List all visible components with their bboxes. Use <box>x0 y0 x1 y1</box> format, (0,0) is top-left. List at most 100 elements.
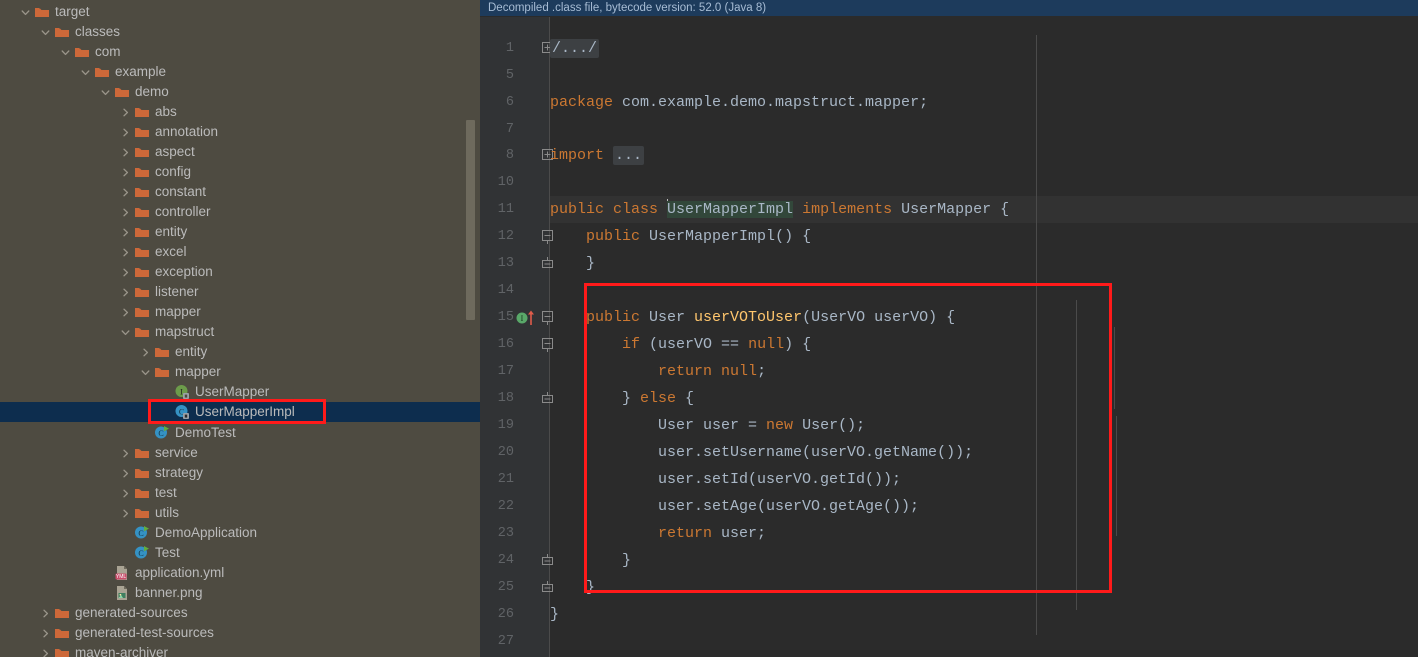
chevron-right-icon[interactable] <box>120 227 131 238</box>
tree-item-abs[interactable]: abs <box>0 102 480 122</box>
line-number[interactable]: 5 <box>480 62 550 89</box>
tree-item-mapper[interactable]: mapper <box>0 302 480 322</box>
chevron-right-icon[interactable] <box>120 247 131 258</box>
tree-item-example[interactable]: example <box>0 62 480 82</box>
tree-item-aspect[interactable]: aspect <box>0 142 480 162</box>
tree-item-controller[interactable]: controller <box>0 202 480 222</box>
line-number[interactable]: 17 <box>480 358 550 385</box>
line-number[interactable]: 24 <box>480 547 550 574</box>
line-number[interactable]: 26 <box>480 601 550 628</box>
chevron-right-icon[interactable] <box>40 648 51 657</box>
chevron-right-icon[interactable] <box>140 347 151 358</box>
line-number[interactable]: 12 <box>480 223 550 250</box>
implementing-method-marker-icon[interactable]: I <box>516 310 538 331</box>
tree-item-entity[interactable]: entity <box>0 342 480 362</box>
code-line[interactable]: User user = new User(); <box>550 412 865 439</box>
chevron-right-icon[interactable] <box>40 628 51 639</box>
chevron-right-icon[interactable] <box>120 267 131 278</box>
chevron-down-icon[interactable] <box>80 67 91 78</box>
chevron-right-icon[interactable] <box>40 608 51 619</box>
code-line[interactable]: import ... <box>550 142 645 169</box>
tree-item-usermapperimpl[interactable]: C UserMapperImpl <box>0 402 480 422</box>
tree-item-annotation[interactable]: annotation <box>0 122 480 142</box>
line-number[interactable]: 11 <box>480 196 550 223</box>
code-line[interactable]: } <box>550 547 631 574</box>
tree-item-generated-sources[interactable]: generated-sources <box>0 603 480 623</box>
line-number[interactable]: 18 <box>480 385 550 412</box>
line-number[interactable]: 7 <box>480 116 550 143</box>
code-line[interactable]: user.setUsername(userVO.getName()); <box>550 439 973 466</box>
code-line[interactable]: /.../ <box>550 35 600 62</box>
chevron-right-icon[interactable] <box>120 207 131 218</box>
tree-item-mapper[interactable]: mapper <box>0 362 480 382</box>
code-line[interactable]: } <box>550 601 559 628</box>
tree-item-maven-archiver[interactable]: maven-archiver <box>0 643 480 657</box>
line-number[interactable]: 21 <box>480 466 550 493</box>
code-line[interactable]: user.setAge(userVO.getAge()); <box>550 493 919 520</box>
tree-item-usermapper[interactable]: I UserMapper <box>0 382 480 402</box>
chevron-down-icon[interactable] <box>60 47 71 58</box>
line-number[interactable]: 10 <box>480 169 550 196</box>
line-number[interactable]: 15 <box>480 304 550 331</box>
line-number[interactable]: 23 <box>480 520 550 547</box>
chevron-right-icon[interactable] <box>120 448 131 459</box>
tree-item-generated-test-sources[interactable]: generated-test-sources <box>0 623 480 643</box>
tree-item-classes[interactable]: classes <box>0 22 480 42</box>
tree-item-demotest[interactable]: C DemoTest <box>0 423 480 443</box>
line-number[interactable]: 19 <box>480 412 550 439</box>
line-number[interactable]: 22 <box>480 493 550 520</box>
tree-item-mapstruct[interactable]: mapstruct <box>0 322 480 342</box>
chevron-right-icon[interactable] <box>120 167 131 178</box>
chevron-right-icon[interactable] <box>120 468 131 479</box>
tree-scrollbar[interactable] <box>466 120 475 320</box>
tree-item-test[interactable]: C Test <box>0 543 480 563</box>
chevron-right-icon[interactable] <box>120 147 131 158</box>
line-number[interactable]: 1 <box>480 35 550 62</box>
chevron-down-icon[interactable] <box>120 327 131 338</box>
code-line[interactable]: } else { <box>550 385 694 412</box>
chevron-right-icon[interactable] <box>120 488 131 499</box>
code-line[interactable]: public User userVOToUser(UserVO userVO) … <box>550 304 955 331</box>
code-line[interactable]: if (userVO == null) { <box>550 331 811 358</box>
line-number[interactable]: 14 <box>480 277 550 304</box>
chevron-down-icon[interactable] <box>20 7 31 18</box>
chevron-down-icon[interactable] <box>40 27 51 38</box>
chevron-down-icon[interactable] <box>100 87 111 98</box>
line-number-gutter[interactable]: 1 5 6 7 8 10 11 12 13 14 15 I 16 17 18 19 20 21 22 23 24 25 26… <box>480 17 550 657</box>
line-number[interactable]: 16 <box>480 331 550 358</box>
line-number[interactable]: 13 <box>480 250 550 277</box>
tree-item-utils[interactable]: utils <box>0 503 480 523</box>
code-line[interactable]: public class UserMapperImpl implements U… <box>550 196 1009 223</box>
tree-item-test[interactable]: test <box>0 483 480 503</box>
tree-item-config[interactable]: config <box>0 162 480 182</box>
code-line[interactable]: return null; <box>550 358 766 385</box>
chevron-right-icon[interactable] <box>120 127 131 138</box>
line-number[interactable]: 8 <box>480 142 550 169</box>
tree-item-listener[interactable]: listener <box>0 282 480 302</box>
tree-item-demoapplication[interactable]: C DemoApplication <box>0 523 480 543</box>
chevron-down-icon[interactable] <box>140 367 151 378</box>
tree-item-strategy[interactable]: strategy <box>0 463 480 483</box>
code-line[interactable]: return user; <box>550 520 766 547</box>
code-line[interactable]: package com.example.demo.mapstruct.mappe… <box>550 89 928 116</box>
code-line[interactable]: public UserMapperImpl() { <box>550 223 811 250</box>
code-area[interactable]: 1 5 6 7 8 10 11 12 13 14 15 I 16 17 18 19 20 21 22 23 24 25 26… <box>480 17 1418 657</box>
chevron-right-icon[interactable] <box>120 508 131 519</box>
tree-item-service[interactable]: service <box>0 443 480 463</box>
chevron-right-icon[interactable] <box>120 187 131 198</box>
project-tree-panel[interactable]: target classes com example demo abs annotation… <box>0 0 480 657</box>
tree-item-excel[interactable]: excel <box>0 242 480 262</box>
code-line[interactable]: user.setId(userVO.getId()); <box>550 466 901 493</box>
line-number[interactable]: 25 <box>480 574 550 601</box>
code-line[interactable]: } <box>550 250 595 277</box>
tree-item-exception[interactable]: exception <box>0 262 480 282</box>
line-number[interactable]: 27 <box>480 628 550 655</box>
tree-item-target[interactable]: target <box>0 2 480 22</box>
code-line[interactable]: } <box>550 574 595 601</box>
tree-item-entity[interactable]: entity <box>0 222 480 242</box>
tree-item-application-yml[interactable]: YML application.yml <box>0 563 480 583</box>
tree-item-demo[interactable]: demo <box>0 82 480 102</box>
chevron-right-icon[interactable] <box>120 307 131 318</box>
tree-item-banner-png[interactable]: banner.png <box>0 583 480 603</box>
tree-item-com[interactable]: com <box>0 42 480 62</box>
